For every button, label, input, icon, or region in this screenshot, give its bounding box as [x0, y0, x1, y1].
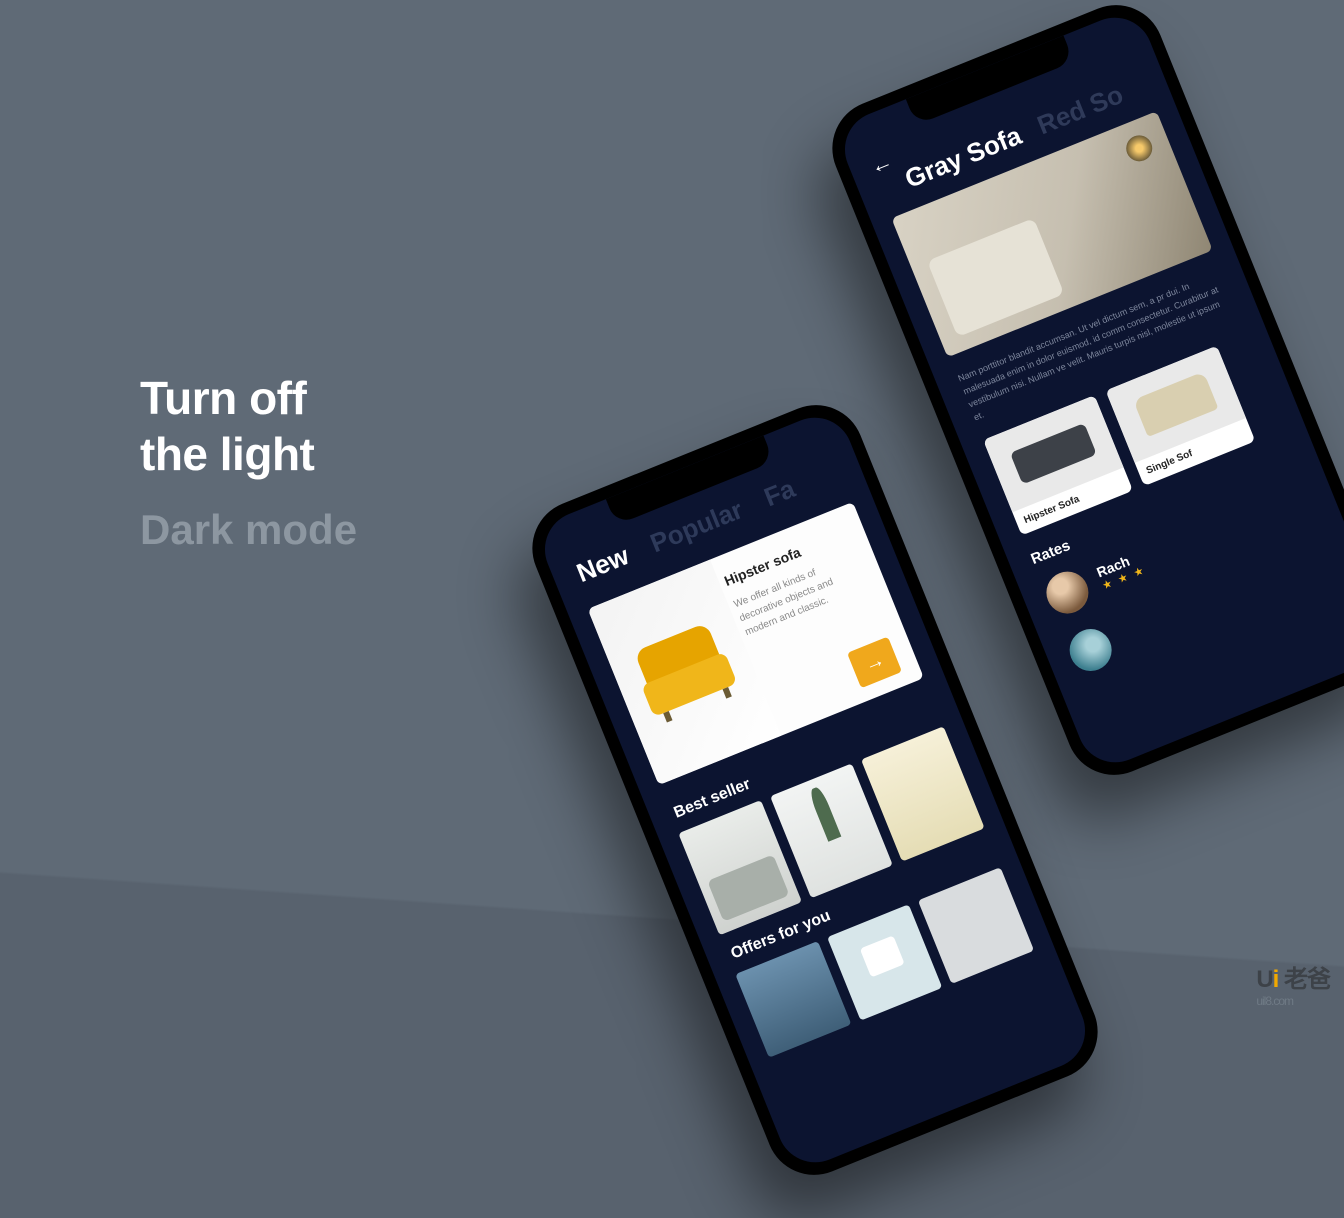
tab-favorites[interactable]: Fa — [760, 473, 800, 513]
avatar — [1063, 622, 1118, 677]
headline-line1: Turn off — [140, 372, 306, 424]
watermark-logo: Ui 老爸 uil8.com — [1256, 959, 1330, 1008]
sofa-illustration — [627, 618, 740, 726]
watermark-site: uil8.com — [1256, 994, 1330, 1008]
avatar — [1040, 565, 1095, 620]
headline-block: Turn off the light Dark mode — [140, 370, 357, 554]
headline-subtitle: Dark mode — [140, 506, 357, 554]
arrow-right-icon[interactable]: → — [847, 637, 902, 689]
watermark: Ui 老爸 uil8.com — [1256, 959, 1330, 1008]
tab-new[interactable]: New — [572, 540, 633, 589]
headline-line2: the light — [140, 428, 314, 480]
